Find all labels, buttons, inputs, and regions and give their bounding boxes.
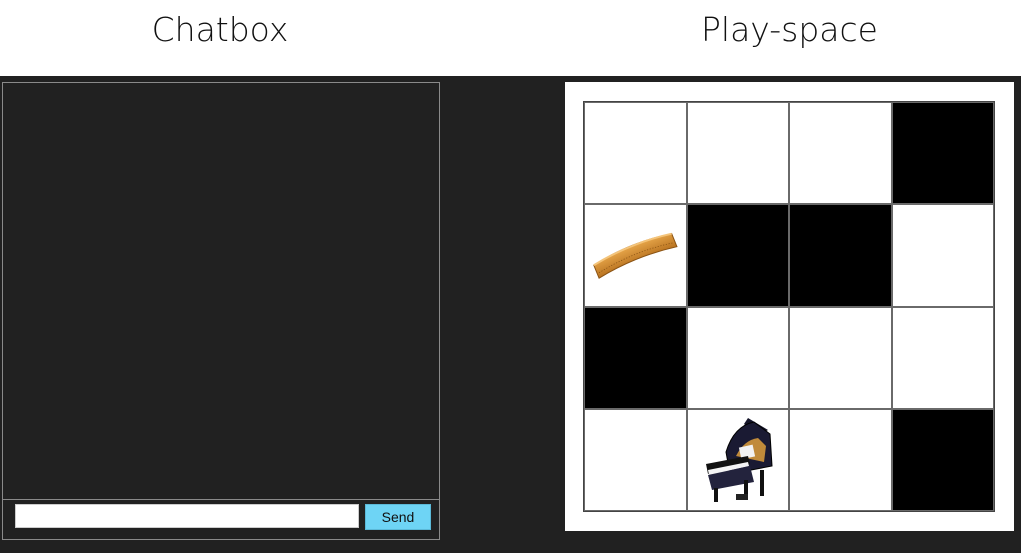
board-cell-r4-c1[interactable] bbox=[584, 408, 687, 511]
piano-icon[interactable] bbox=[696, 412, 780, 508]
board-cell-r3-c4[interactable] bbox=[891, 306, 994, 409]
chatbox-heading: Chatbox bbox=[151, 10, 289, 49]
playspace-panel bbox=[565, 82, 1014, 531]
board-cell-r3-c2[interactable] bbox=[686, 306, 789, 409]
board-cell-r1-c2[interactable] bbox=[686, 102, 789, 205]
board-cell-r2-c1[interactable] bbox=[584, 204, 687, 307]
board-cell-r2-c2[interactable] bbox=[686, 204, 789, 307]
board-cell-r3-c1[interactable] bbox=[584, 306, 687, 409]
playspace-heading: Play-space bbox=[701, 10, 878, 49]
board-cell-r1-c4[interactable] bbox=[891, 102, 994, 205]
chatbox-panel: Send bbox=[2, 82, 440, 540]
board-cell-r1-c1[interactable] bbox=[584, 102, 687, 205]
board-cell-r4-c4[interactable] bbox=[891, 408, 994, 511]
chat-log[interactable] bbox=[3, 83, 439, 500]
board-grid bbox=[583, 101, 995, 512]
board-cell-r4-c2[interactable] bbox=[686, 408, 789, 511]
chat-message-input[interactable] bbox=[15, 504, 359, 528]
board-cell-r4-c3[interactable] bbox=[789, 408, 892, 511]
comb-icon[interactable] bbox=[587, 225, 683, 285]
board-cell-r2-c3[interactable] bbox=[789, 204, 892, 307]
board-cell-r2-c4[interactable] bbox=[891, 204, 994, 307]
send-button[interactable]: Send bbox=[365, 504, 431, 530]
board-cell-r1-c3[interactable] bbox=[789, 102, 892, 205]
board-cell-r3-c3[interactable] bbox=[789, 306, 892, 409]
